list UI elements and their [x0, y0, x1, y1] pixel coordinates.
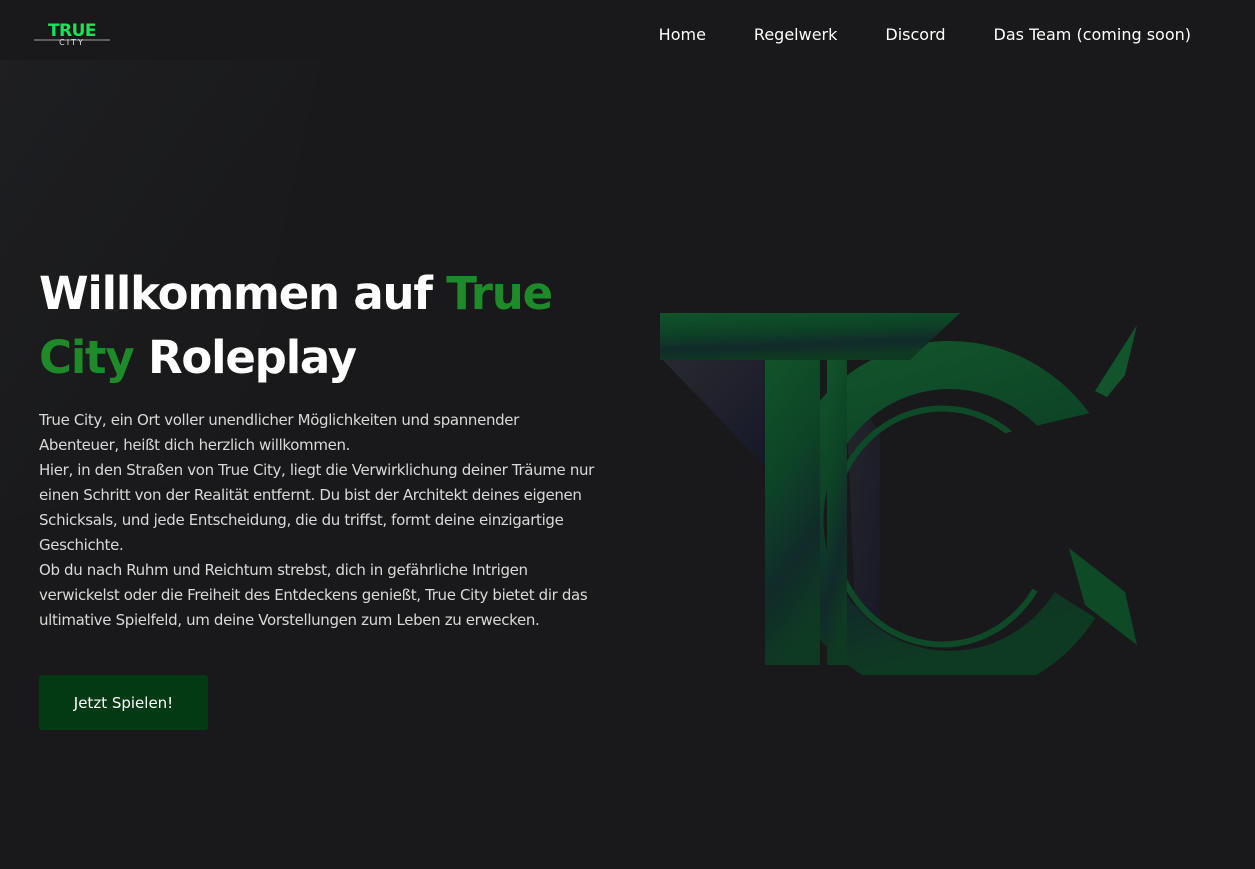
page: TRUE CITY Home Regelwerk Discord Das Tea…	[0, 0, 1255, 869]
tc-logo-graphic	[660, 313, 1137, 675]
logo-bottom-text: CITY	[59, 38, 85, 46]
hero-title: Willkommen auf True City Roleplay	[39, 262, 599, 390]
hero-description: True City, ein Ort voller unendlicher Mö…	[39, 408, 599, 633]
play-now-button[interactable]: Jetzt Spielen!	[39, 675, 208, 730]
nav-home[interactable]: Home	[659, 24, 706, 46]
hero-paragraph: Ob du nach Ruhm und Reichtum strebst, di…	[39, 561, 588, 629]
main-nav: Home Regelwerk Discord Das Team (coming …	[611, 24, 1191, 46]
true-city-logo[interactable]: TRUE CITY	[34, 20, 110, 46]
hero-paragraph: Hier, in den Straßen von True City, lieg…	[39, 461, 594, 554]
nav-regelwerk[interactable]: Regelwerk	[754, 24, 837, 46]
hero-paragraph: True City, ein Ort voller unendlicher Mö…	[39, 411, 519, 454]
hero-title-part1: Willkommen auf	[39, 267, 447, 320]
nav-das-team[interactable]: Das Team (coming soon)	[994, 24, 1191, 46]
nav-discord[interactable]: Discord	[885, 24, 945, 46]
hero-title-part2: Roleplay	[133, 331, 357, 384]
header: TRUE CITY Home Regelwerk Discord Das Tea…	[0, 0, 1255, 70]
